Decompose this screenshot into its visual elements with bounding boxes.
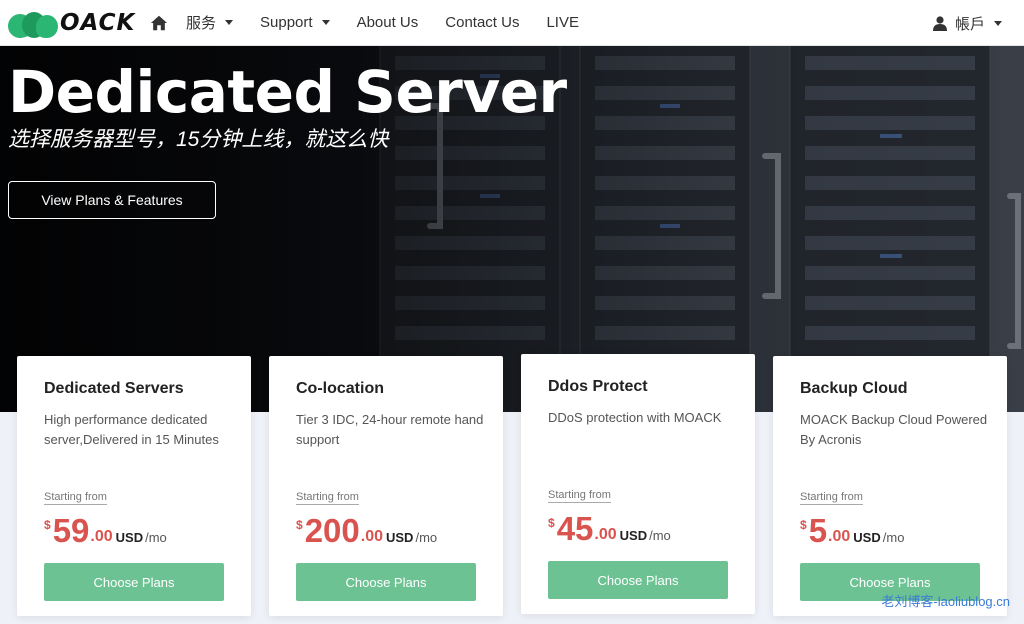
brand-logo[interactable]: OACK	[5, 8, 138, 41]
logo-text: OACK	[60, 9, 136, 36]
card-title: Ddos Protect	[548, 378, 648, 395]
card-dedicated-servers: Dedicated Servers High performance dedic…	[17, 356, 251, 616]
nav-item-contact-us[interactable]: Contact Us	[445, 14, 519, 31]
card-co-location: Co-location Tier 3 IDC, 24-hour remote h…	[269, 356, 503, 616]
account-menu[interactable]: 帳戶	[932, 0, 1002, 46]
hero-title: Dedicated Server	[8, 58, 567, 126]
home-icon[interactable]	[150, 14, 168, 32]
card-description: DDoS protection with MOACK	[548, 410, 722, 425]
choose-plans-button[interactable]: Choose Plans	[548, 561, 728, 599]
card-title: Backup Cloud	[800, 380, 908, 397]
card-title: Dedicated Servers	[44, 380, 184, 397]
card-ddos-protect: Ddos Protect DDoS protection with MOACK …	[521, 354, 755, 614]
watermark-text: 老刘博客-laoliublog.cn	[881, 594, 1010, 609]
starting-from-label: Starting from	[548, 489, 611, 503]
starting-from-label: Starting from	[296, 491, 359, 505]
nav-item-services[interactable]: 服务	[186, 12, 234, 33]
card-price: $ 59 .00 USD /mo	[44, 512, 167, 549]
user-icon	[932, 15, 947, 31]
choose-plans-button[interactable]: Choose Plans	[44, 563, 224, 601]
choose-plans-button[interactable]: Choose Plans	[296, 563, 476, 601]
nav-menu: 服务 Support About Us Contact Us LIVE	[186, 12, 606, 33]
card-description: High performance dedicated server,Delive…	[44, 412, 219, 447]
card-price: $ 45 .00 USD /mo	[548, 510, 671, 547]
nav-item-live[interactable]: LIVE	[546, 14, 579, 31]
view-plans-button[interactable]: View Plans & Features	[8, 181, 216, 219]
card-price: $ 200 .00 USD /mo	[296, 512, 438, 549]
caret-down-icon	[225, 20, 234, 25]
account-label: 帳戶	[954, 15, 985, 33]
card-backup-cloud: Backup Cloud MOACK Backup Cloud Powered …	[773, 356, 1007, 616]
hero-subtitle: 选择服务器型号，15分钟上线，就这么快	[8, 128, 389, 151]
logo-mark-icon	[5, 8, 58, 41]
caret-down-icon	[321, 20, 330, 25]
nav-item-about-us[interactable]: About Us	[357, 14, 419, 31]
caret-down-icon	[994, 20, 1002, 26]
starting-from-label: Starting from	[800, 491, 863, 505]
nav-item-support[interactable]: Support	[260, 14, 330, 31]
top-navbar: OACK 服务 Support About Us Contact Us LIVE…	[0, 0, 1024, 46]
card-description: MOACK Backup Cloud Powered By Acronis	[800, 412, 988, 447]
starting-from-label: Starting from	[44, 491, 107, 505]
card-price: $ 5 .00 USD /mo	[800, 512, 905, 549]
card-title: Co-location	[296, 380, 384, 397]
card-description: Tier 3 IDC, 24-hour remote hand support	[296, 412, 484, 447]
